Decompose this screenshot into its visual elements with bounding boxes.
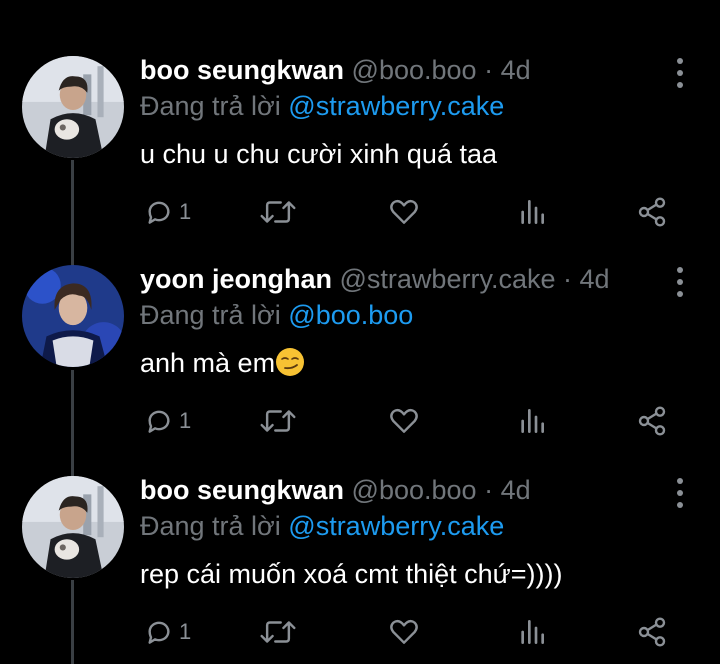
thread-line: [71, 160, 74, 270]
views-button[interactable]: [516, 612, 548, 652]
reply-icon: [148, 621, 170, 644]
tweet-time[interactable]: 4d: [501, 475, 531, 505]
share-icon: [638, 406, 666, 436]
reply-mention-link[interactable]: @strawberry.cake: [288, 511, 504, 541]
share-icon: [638, 197, 666, 227]
reply-count: 1: [179, 408, 192, 433]
author-name[interactable]: boo seungkwan: [140, 55, 344, 85]
views-icon: [521, 200, 544, 224]
thread-line: [71, 580, 74, 664]
retweet-icon: [260, 621, 296, 643]
heart-icon: [390, 619, 418, 644]
reply-mention-link[interactable]: @boo.boo: [288, 300, 413, 330]
retweet-icon: [260, 201, 296, 223]
like-button[interactable]: [388, 612, 420, 652]
action-bar: 1: [140, 401, 680, 441]
views-button[interactable]: [516, 192, 548, 232]
share-button[interactable]: [636, 192, 668, 232]
more-options-icon[interactable]: [674, 58, 686, 88]
author-handle[interactable]: @boo.boo: [352, 475, 477, 505]
thread-line: [71, 370, 74, 478]
separator-dot: ·: [484, 475, 494, 505]
avatar-photo-icon: [22, 476, 124, 578]
reply-context: Đang trả lời @boo.boo: [140, 299, 413, 331]
separator-dot: ·: [484, 55, 494, 85]
tweet-text: u chu u chu cười xinh quá taa: [140, 139, 497, 169]
heart-icon: [390, 408, 418, 433]
reply-icon: [148, 410, 170, 433]
views-button[interactable]: [516, 401, 548, 441]
avatar[interactable]: [22, 56, 124, 158]
separator-dot: ·: [563, 264, 572, 294]
views-icon: [521, 620, 544, 644]
tweet-time[interactable]: 4d: [501, 55, 531, 85]
more-options-icon[interactable]: [674, 267, 686, 297]
tweet-header: yoon jeonghan @strawberry.cake · 4d: [140, 263, 610, 295]
reply-icon: [148, 201, 170, 224]
retweet-button[interactable]: [259, 401, 297, 441]
reply-count: 1: [179, 619, 192, 644]
reply-mention-link[interactable]: @strawberry.cake: [288, 91, 504, 121]
share-icon: [638, 617, 666, 647]
reply-button[interactable]: 1: [143, 612, 191, 652]
reply-prefix: Đang trả lời: [140, 91, 281, 121]
tweet-time[interactable]: 4d: [580, 264, 610, 294]
retweet-icon: [260, 410, 296, 432]
avatar[interactable]: [22, 265, 124, 367]
tweet-header: boo seungkwan @boo.boo · 4d: [140, 474, 531, 506]
author-handle[interactable]: @strawberry.cake: [340, 264, 556, 294]
tweet-header: boo seungkwan @boo.boo · 4d: [140, 54, 531, 86]
reply-context: Đang trả lời @strawberry.cake: [140, 510, 504, 542]
avatar-photo-icon: [22, 56, 124, 158]
like-button[interactable]: [388, 401, 420, 441]
reply-prefix: Đang trả lời: [140, 511, 281, 541]
tweet-text: rep cái muốn xoá cmt thiệt chứ=)))): [140, 559, 563, 589]
heart-icon: [390, 199, 418, 224]
reply-context: Đang trả lời @strawberry.cake: [140, 90, 504, 122]
like-button[interactable]: [388, 192, 420, 232]
reply-button[interactable]: 1: [143, 192, 191, 232]
views-icon: [521, 409, 544, 433]
retweet-button[interactable]: [259, 612, 297, 652]
tweet-text-content: anh mà em: [140, 348, 276, 378]
author-name[interactable]: yoon jeonghan: [140, 264, 332, 294]
avatar[interactable]: [22, 476, 124, 578]
author-handle[interactable]: @boo.boo: [352, 55, 477, 85]
action-bar: 1: [140, 192, 680, 232]
reply-count: 1: [179, 199, 192, 224]
tweet-text: anh mà em: [140, 347, 305, 379]
more-options-icon[interactable]: [674, 478, 686, 508]
action-bar: 1: [140, 612, 680, 652]
retweet-button[interactable]: [259, 192, 297, 232]
author-name[interactable]: boo seungkwan: [140, 475, 344, 505]
share-button[interactable]: [636, 401, 668, 441]
reply-prefix: Đang trả lời: [140, 300, 281, 330]
smirking-face-icon: [276, 348, 305, 376]
avatar-photo-icon: [22, 265, 124, 367]
share-button[interactable]: [636, 612, 668, 652]
reply-button[interactable]: 1: [143, 401, 191, 441]
